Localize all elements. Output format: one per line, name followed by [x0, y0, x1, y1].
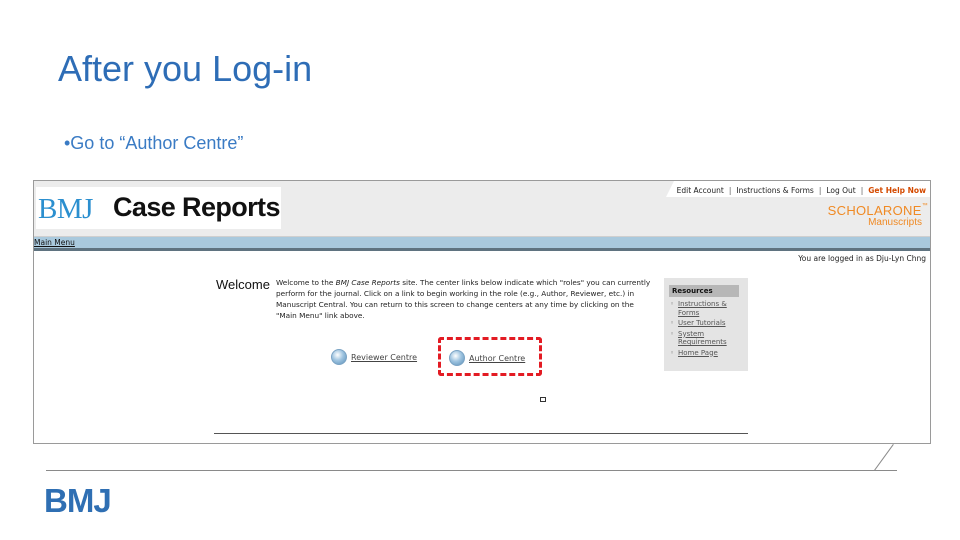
resource-label: System Requirements	[678, 329, 727, 347]
slide-title: After you Log-in	[58, 48, 313, 89]
resource-user-tutorials[interactable]: User Tutorials	[670, 319, 744, 328]
resources-list: Instructions & Forms User Tutorials Syst…	[670, 300, 744, 359]
separator: |	[860, 185, 864, 195]
reviewer-centre-label: Reviewer Centre	[351, 352, 418, 362]
embedded-screenshot: BMJ Case Reports Edit Account | Instruct…	[33, 180, 931, 444]
get-help-now-link[interactable]: Get Help Now	[868, 186, 926, 195]
manuscripts-text: Manuscripts	[868, 217, 922, 228]
separator: |	[728, 185, 732, 195]
small-checkbox-icon	[540, 397, 546, 402]
main-menu-link[interactable]: Main Menu	[34, 238, 75, 247]
logo-case-reports-text: Case Reports	[113, 192, 280, 222]
reviewer-centre-link[interactable]: Reviewer Centre	[331, 349, 417, 365]
journal-logo[interactable]: BMJ Case Reports	[36, 187, 281, 229]
bottom-divider	[214, 433, 748, 434]
resource-label: User Tutorials	[678, 319, 726, 327]
resource-label: Home Page	[678, 348, 718, 357]
separator: |	[818, 185, 822, 195]
bmj-footer-logo: BMJ	[44, 482, 112, 519]
menu-bar: Main Menu	[34, 237, 930, 251]
resources-panel: Resources Instructions & Forms User Tuto…	[664, 278, 748, 371]
trademark-symbol: ™	[921, 203, 928, 209]
resource-instructions-forms[interactable]: Instructions & Forms	[670, 300, 744, 317]
scholarone-text: SCHOLARONE	[827, 203, 922, 218]
reviewer-icon	[331, 349, 347, 365]
resource-system-requirements[interactable]: System Requirements	[670, 330, 744, 347]
top-links: Edit Account | Instructions & Forms | Lo…	[674, 183, 928, 197]
logged-in-status: You are logged in as Dju-Lyn Chng	[798, 254, 926, 263]
journal-name: BMJ Case Reports	[335, 278, 400, 287]
instructions-forms-link[interactable]: Instructions & Forms	[736, 186, 813, 195]
resource-home-page[interactable]: Home Page	[670, 349, 744, 358]
footer-divider	[46, 470, 897, 471]
site-header: BMJ Case Reports Edit Account | Instruct…	[34, 181, 930, 237]
welcome-text-part: Welcome to the	[276, 278, 336, 287]
log-out-link[interactable]: Log Out	[826, 186, 855, 195]
resources-heading: Resources	[669, 285, 739, 297]
logo-bmj-text: BMJ	[38, 193, 93, 225]
welcome-heading: Welcome	[216, 277, 270, 292]
welcome-text: Welcome to the BMJ Case Reports site. Th…	[276, 277, 656, 321]
author-centre-highlight	[438, 337, 542, 376]
edit-account-link[interactable]: Edit Account	[677, 186, 724, 195]
footer-divider-diagonal	[874, 444, 894, 471]
bullet-text: •Go to “Author Centre”	[64, 133, 244, 153]
scholarone-logo: SCHOLARONE™	[828, 203, 928, 218]
resource-label: Instructions & Forms	[678, 300, 727, 317]
